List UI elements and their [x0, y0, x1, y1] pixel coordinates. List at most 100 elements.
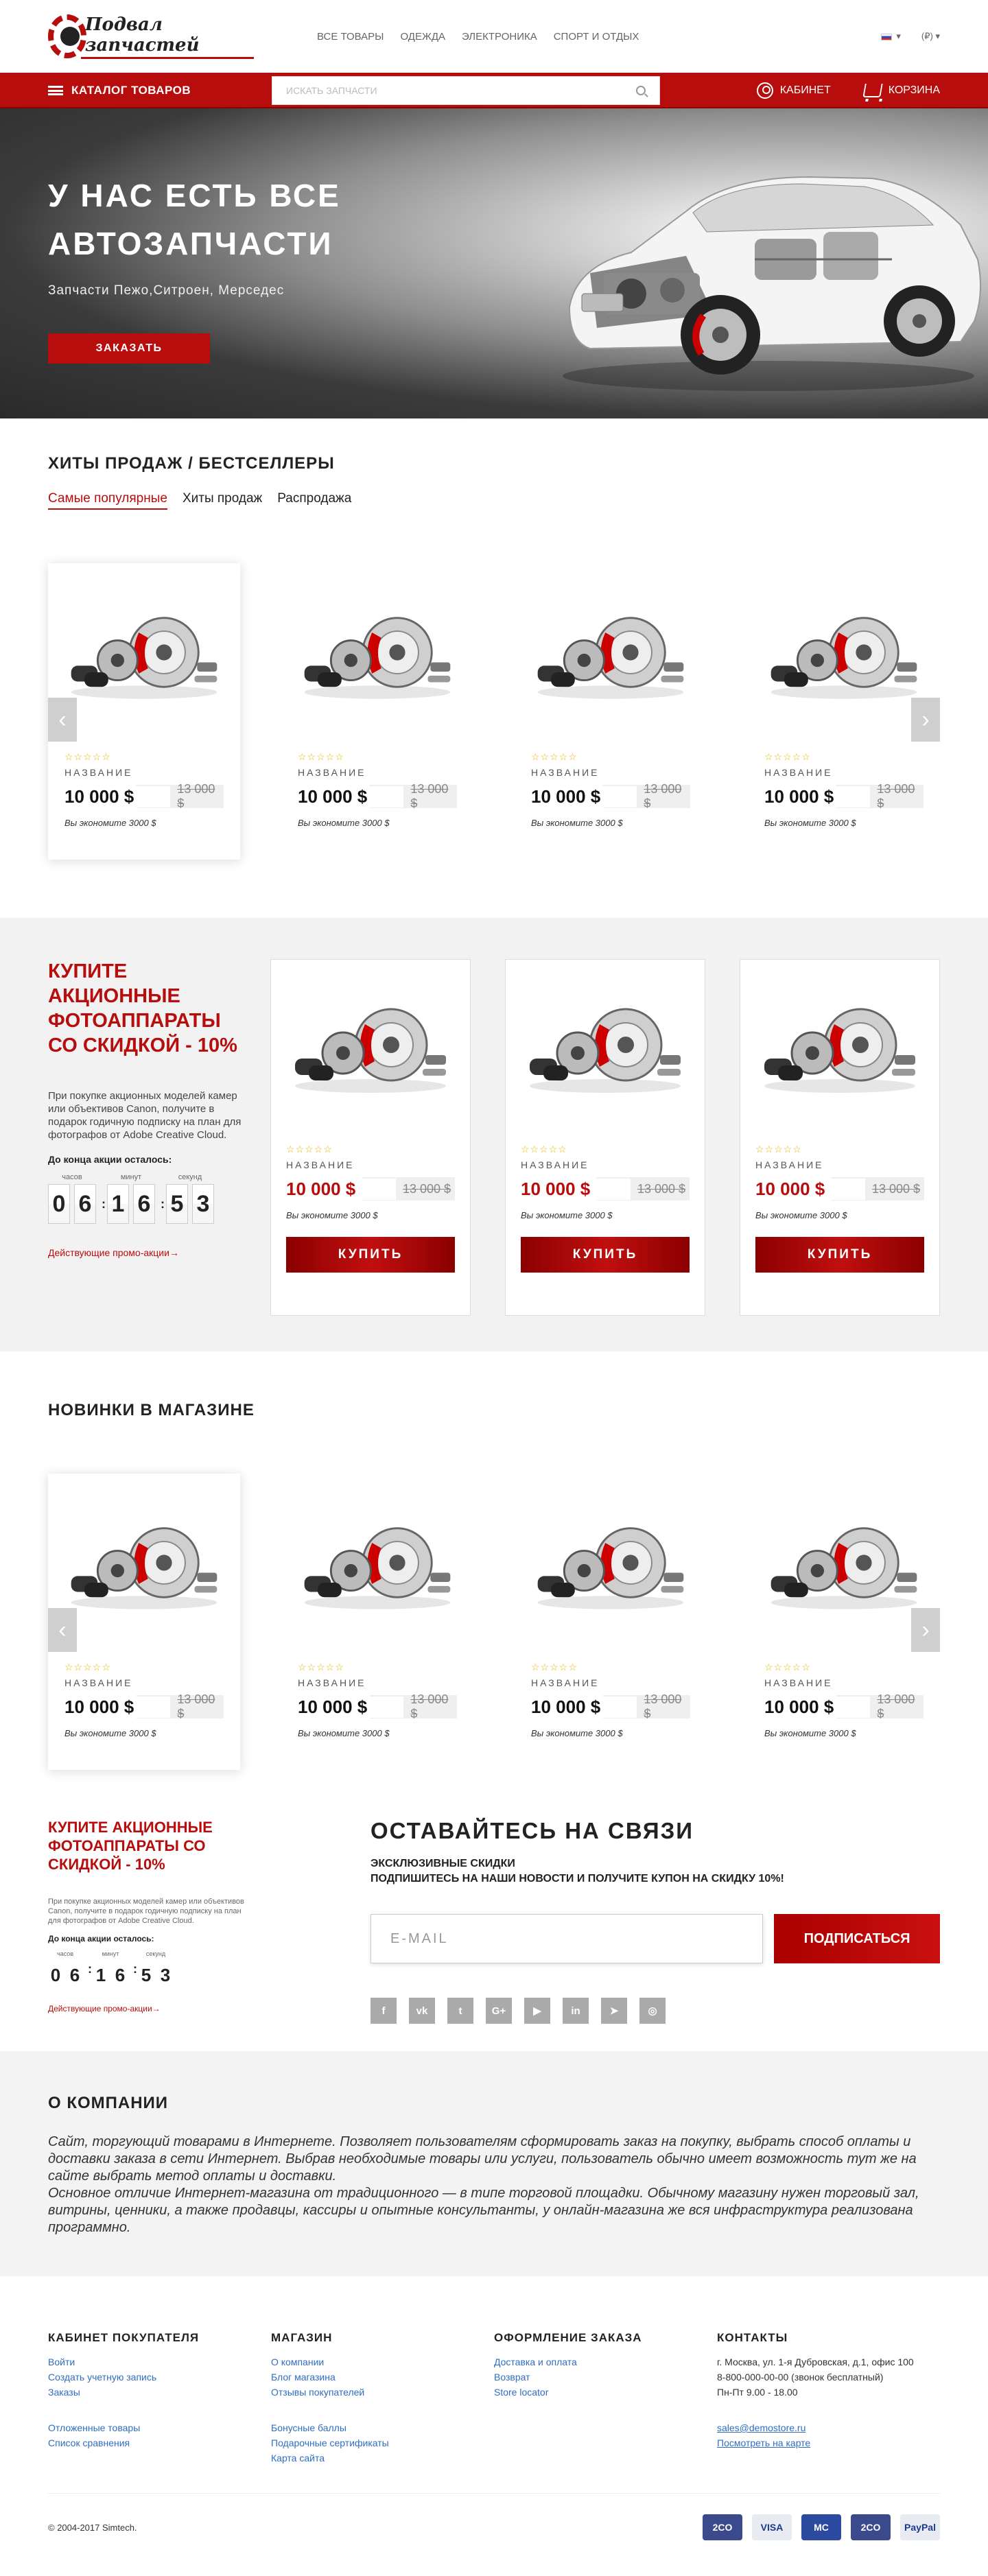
footer-link-bonus[interactable]: Бонусные баллы	[271, 2420, 494, 2435]
cart-button[interactable]: Корзина	[862, 82, 940, 99]
minutes-label: минут	[120, 1173, 142, 1181]
footer-link-returns[interactable]: Возврат	[494, 2370, 717, 2385]
product-name[interactable]: название	[286, 1159, 455, 1170]
rating-stars-icon[interactable]: ☆☆☆☆☆	[755, 1144, 924, 1155]
promo-actions-link[interactable]: Действующие промо-акции→	[48, 1247, 254, 1258]
product-name[interactable]: название	[64, 767, 224, 778]
rating-stars-icon[interactable]: ☆☆☆☆☆	[298, 751, 457, 763]
carousel-next-button[interactable]: ›	[911, 698, 940, 742]
footer-link-about[interactable]: О компании	[271, 2354, 494, 2370]
nav-all-products[interactable]: Все товары	[317, 31, 384, 43]
product-card[interactable]: ☆☆☆☆☆ название 10 000 $ 13 000 $ Вы экономит…	[48, 1474, 240, 1770]
product-name[interactable]: название	[298, 767, 457, 778]
carousel-prev-button[interactable]: ‹	[48, 1608, 77, 1652]
rating-stars-icon[interactable]: ☆☆☆☆☆	[764, 1662, 924, 1673]
product-image[interactable]	[764, 598, 924, 739]
product-name[interactable]: название	[764, 1677, 924, 1688]
product-image[interactable]	[764, 1508, 924, 1649]
vk-icon[interactable]: vk	[409, 1998, 435, 2024]
product-name[interactable]: название	[755, 1159, 924, 1170]
product-name[interactable]: название	[298, 1677, 457, 1688]
old-price: 13 000 $	[644, 782, 682, 810]
telegram-icon[interactable]: ➤	[601, 1998, 627, 2024]
rating-stars-icon[interactable]: ☆☆☆☆☆	[521, 1144, 690, 1155]
footer-link-store-locator[interactable]: Store locator	[494, 2385, 717, 2400]
product-card[interactable]: ☆☆☆☆☆ название 10 000 $ 13 000 $ Вы экономит…	[515, 563, 707, 860]
product-name[interactable]: название	[64, 1677, 224, 1688]
footer-link-sitemap[interactable]: Карта сайта	[271, 2450, 494, 2466]
map-link[interactable]: Посмотреть на карте	[717, 2435, 940, 2450]
product-image[interactable]	[64, 598, 224, 739]
cabinet-button[interactable]: Кабинет	[756, 82, 831, 99]
product-image[interactable]	[286, 990, 455, 1131]
product-image[interactable]	[755, 990, 924, 1131]
footer-link-register[interactable]: Создать учетную запись	[48, 2370, 271, 2385]
search-input[interactable]	[286, 85, 636, 96]
linkedin-icon[interactable]: in	[563, 1998, 589, 2024]
savings-text: Вы экономите 3000 $	[298, 1728, 390, 1738]
twitter-icon[interactable]: t	[447, 1998, 473, 2024]
nav-clothing[interactable]: Одежда	[400, 31, 445, 43]
tab-most-popular[interactable]: Самые популярные	[48, 491, 167, 510]
rating-stars-icon[interactable]: ☆☆☆☆☆	[531, 751, 690, 763]
product-card[interactable]: ☆☆☆☆☆ название 10 000 $ 13 000 $ Вы экономит…	[270, 959, 471, 1316]
contact-email-link[interactable]: sales@demostore.ru	[717, 2420, 940, 2435]
product-card[interactable]: ☆☆☆☆☆ название 10 000 $ 13 000 $ Вы экономит…	[281, 563, 473, 860]
email-field[interactable]	[370, 1914, 764, 1963]
facebook-icon[interactable]: f	[370, 1998, 397, 2024]
rating-stars-icon[interactable]: ☆☆☆☆☆	[64, 751, 224, 763]
buy-button[interactable]: Купить	[755, 1237, 924, 1273]
product-image[interactable]	[298, 1508, 457, 1649]
product-name[interactable]: название	[531, 1677, 690, 1688]
savings-text: Вы экономите 3000 $	[531, 818, 623, 828]
tab-sale[interactable]: Распродажа	[277, 491, 351, 510]
product-name[interactable]: название	[764, 767, 924, 778]
rating-stars-icon[interactable]: ☆☆☆☆☆	[286, 1144, 455, 1155]
buy-button[interactable]: Купить	[286, 1237, 455, 1273]
footer-link-reviews[interactable]: Отзывы покупателей	[271, 2385, 494, 2400]
currency-selector[interactable]: (₽) ▾	[921, 31, 940, 42]
savings-text: Вы экономите 3000 $	[64, 818, 156, 828]
tab-hits[interactable]: Хиты продаж	[183, 491, 262, 510]
product-image[interactable]	[521, 990, 690, 1131]
google-plus-icon[interactable]: G+	[486, 1998, 512, 2024]
product-card[interactable]: ☆☆☆☆☆ название 10 000 $ 13 000 $ Вы экономит…	[505, 959, 705, 1316]
nav-sports[interactable]: Спорт и отдых	[554, 31, 639, 43]
order-button[interactable]: Заказать	[48, 333, 210, 364]
footer-link-wishlist[interactable]: Отложенные товары	[48, 2420, 271, 2435]
subscribe-button[interactable]: Подписаться	[774, 1914, 940, 1963]
product-card[interactable]: ☆☆☆☆☆ название 10 000 $ 13 000 $ Вы экономит…	[740, 959, 940, 1316]
footer-link-orders[interactable]: Заказы	[48, 2385, 271, 2400]
carousel-prev-button[interactable]: ‹	[48, 698, 77, 742]
product-name[interactable]: название	[521, 1159, 690, 1170]
rating-stars-icon[interactable]: ☆☆☆☆☆	[64, 1662, 224, 1673]
logo[interactable]: Подвал запчастей	[48, 14, 254, 59]
footer-link-delivery[interactable]: Доставка и оплата	[494, 2354, 717, 2370]
carousel-next-button[interactable]: ›	[911, 1608, 940, 1652]
product-card[interactable]: ☆☆☆☆☆ название 10 000 $ 13 000 $ Вы экономит…	[48, 563, 240, 860]
search-icon[interactable]	[636, 86, 646, 95]
footer-link-blog[interactable]: Блог магазина	[271, 2370, 494, 2385]
rating-stars-icon[interactable]: ☆☆☆☆☆	[298, 1662, 457, 1673]
footer-link-login[interactable]: Войти	[48, 2354, 271, 2370]
language-selector[interactable]: ▾	[881, 31, 901, 42]
payment-logo: 2CO	[703, 2514, 742, 2540]
footer-link-gift-cards[interactable]: Подарочные сертификаты	[271, 2435, 494, 2450]
car-cutaway-image	[563, 176, 981, 391]
catalog-menu-button[interactable]: Каталог товаров	[48, 84, 272, 97]
product-image[interactable]	[531, 1508, 690, 1649]
product-card[interactable]: ☆☆☆☆☆ название 10 000 $ 13 000 $ Вы экономит…	[281, 1474, 473, 1770]
buy-button[interactable]: Купить	[521, 1237, 690, 1273]
product-image[interactable]	[298, 598, 457, 739]
product-card[interactable]: ☆☆☆☆☆ название 10 000 $ 13 000 $ Вы экономит…	[515, 1474, 707, 1770]
product-image[interactable]	[531, 598, 690, 739]
rating-stars-icon[interactable]: ☆☆☆☆☆	[764, 751, 924, 763]
youtube-icon[interactable]: ▶	[524, 1998, 550, 2024]
dribbble-icon[interactable]: ◎	[639, 1998, 666, 2024]
footer-link-compare[interactable]: Список сравнения	[48, 2435, 271, 2450]
promo-mini-link[interactable]: Действующие промо-акции→	[48, 2004, 254, 2013]
product-name[interactable]: название	[531, 767, 690, 778]
nav-electronics[interactable]: Электроника	[462, 31, 537, 43]
rating-stars-icon[interactable]: ☆☆☆☆☆	[531, 1662, 690, 1673]
product-image[interactable]	[64, 1508, 224, 1649]
